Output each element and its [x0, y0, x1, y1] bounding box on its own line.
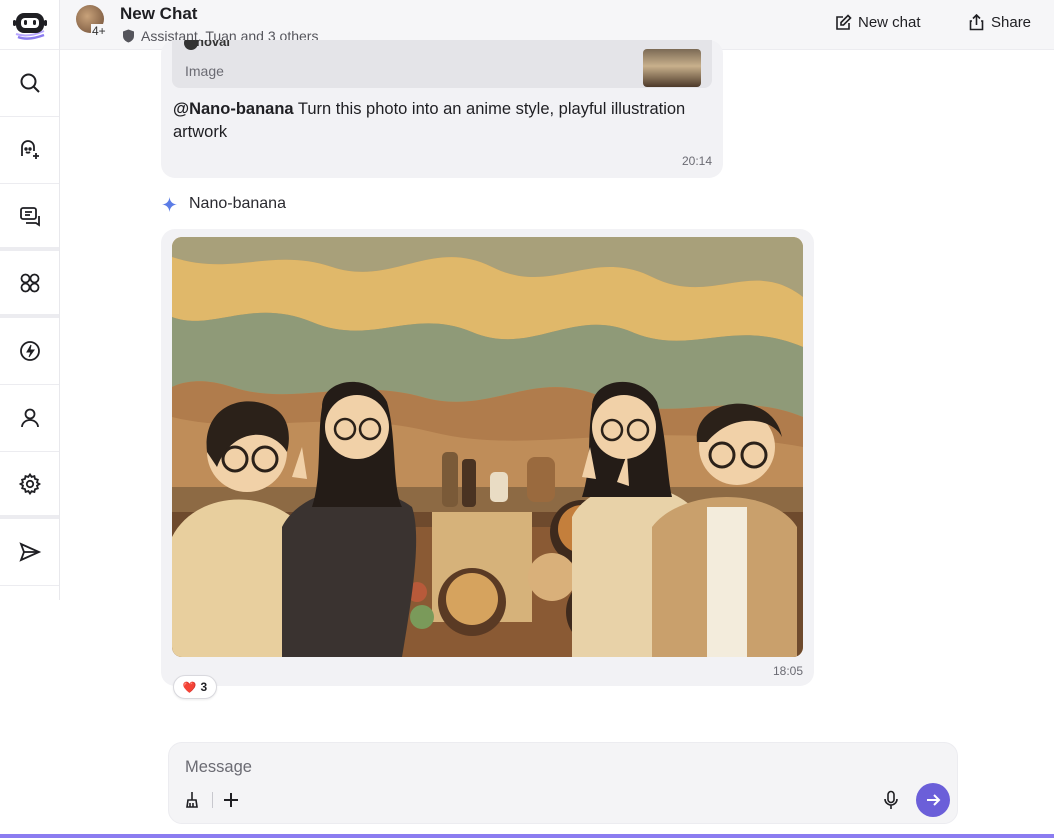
- sidebar-item-search[interactable]: [0, 50, 59, 117]
- bot-add-icon: [20, 140, 39, 159]
- edit-icon: [836, 14, 852, 30]
- bot-mention[interactable]: @Nano-banana: [173, 100, 294, 118]
- clear-context-button[interactable]: [182, 789, 204, 811]
- quoted-image-reply[interactable]: novai Image: [172, 40, 712, 88]
- generated-image[interactable]: [172, 237, 803, 657]
- user-message-time: 20:14: [681, 154, 712, 168]
- sparkle-icon: [162, 196, 177, 212]
- bot-message[interactable]: 18:05: [161, 229, 814, 686]
- bot-name-row[interactable]: Nano-banana: [162, 195, 286, 213]
- apps-icon: [20, 273, 39, 292]
- window-bottom-accent: [0, 834, 1054, 838]
- user-message-text: @Nano-banana Turn this photo into an ani…: [173, 98, 703, 144]
- share-icon: [969, 14, 984, 31]
- search-icon: [20, 73, 40, 93]
- sidebar-item-subscription[interactable]: [0, 318, 59, 385]
- sidebar-item-settings[interactable]: [0, 452, 59, 519]
- app-logo[interactable]: [0, 0, 59, 50]
- chat-icon: [19, 206, 40, 227]
- voice-input-button[interactable]: [880, 789, 902, 811]
- chat-title[interactable]: New Chat: [120, 4, 197, 24]
- sidebar: [0, 0, 60, 600]
- new-chat-label: New chat: [858, 14, 921, 31]
- quote-image-thumbnail[interactable]: [643, 49, 701, 87]
- participant-count: 4+: [91, 24, 107, 38]
- anime-illustration: [172, 237, 803, 657]
- sidebar-item-chats[interactable]: [0, 184, 59, 251]
- quote-author: novai: [196, 40, 230, 49]
- attach-button[interactable]: [220, 789, 242, 811]
- quote-label: Image: [185, 63, 224, 79]
- reaction-count: 3: [200, 680, 208, 694]
- shield-icon: [123, 29, 134, 43]
- plus-icon: [224, 793, 238, 807]
- bot-message-time: 18:05: [772, 664, 803, 678]
- bot-logo-icon: [12, 12, 47, 40]
- sidebar-item-explore[interactable]: [0, 251, 59, 318]
- broom-icon: [186, 792, 198, 808]
- gear-icon: [18, 472, 41, 495]
- message-composer: [168, 742, 958, 824]
- send-button[interactable]: [916, 783, 950, 817]
- user-icon: [20, 408, 39, 428]
- sidebar-item-create-bot[interactable]: [0, 117, 59, 184]
- user-message[interactable]: novai Image @Nano-banana Turn this photo…: [161, 40, 723, 178]
- sidebar-item-profile[interactable]: [0, 385, 59, 452]
- heart-icon: ❤️: [182, 681, 197, 694]
- send-icon: [18, 542, 41, 562]
- sidebar-item-send[interactable]: [0, 519, 59, 586]
- message-input[interactable]: [185, 755, 865, 779]
- composer-divider: [212, 792, 213, 808]
- reaction-badge[interactable]: ❤️ 3: [173, 675, 217, 699]
- share-button[interactable]: Share: [968, 14, 1031, 31]
- bot-name: Nano-banana: [189, 195, 286, 212]
- bolt-icon: [19, 341, 40, 361]
- new-chat-button[interactable]: New chat: [835, 14, 921, 31]
- share-label: Share: [991, 14, 1032, 31]
- microphone-icon: [884, 790, 898, 809]
- arrow-right-icon: [927, 794, 941, 806]
